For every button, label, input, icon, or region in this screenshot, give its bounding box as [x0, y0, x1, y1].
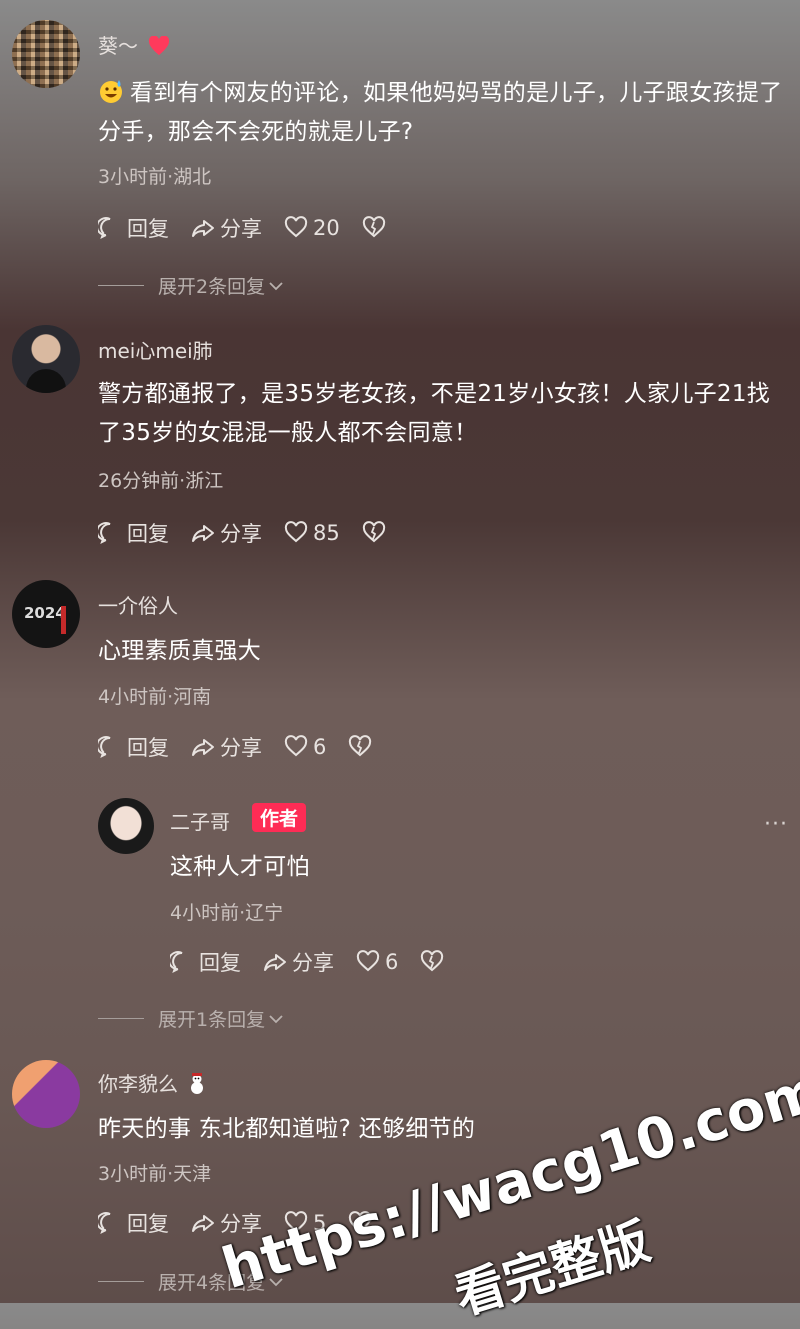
comment-actions: 回复 分享 6: [170, 947, 471, 977]
dislike-button[interactable]: [420, 950, 449, 974]
heart-outline-icon: [356, 950, 380, 972]
comment-text: 看到有个网友的评论，如果他妈妈骂的是儿子，儿子跟女孩提了分手，那会不会死的就是儿…: [98, 80, 783, 145]
more-options-button[interactable]: ···: [764, 812, 788, 837]
avatar[interactable]: [98, 798, 154, 854]
share-arrow-icon: [264, 954, 286, 971]
share-arrow-icon: [192, 1215, 214, 1232]
username[interactable]: 葵～: [98, 30, 170, 59]
dislike-button[interactable]: [362, 521, 391, 545]
heart-outline-icon: [284, 521, 308, 543]
comment-text: 这种人才可怕: [170, 854, 310, 880]
comment-meta: 4小时前·辽宁: [170, 902, 284, 924]
avatar-text: 2024: [24, 604, 66, 622]
comment-bubble-icon: [98, 736, 111, 758]
chevron-down-icon: [269, 281, 283, 290]
share-arrow-icon: [192, 220, 214, 237]
reply-button[interactable]: 回复: [98, 732, 169, 762]
comment-meta: 26分钟前·浙江: [98, 470, 224, 492]
share-button[interactable]: 分享: [191, 213, 262, 243]
comment-actions: 回复 分享 85: [98, 518, 413, 548]
reply-button[interactable]: 回复: [98, 518, 169, 548]
heart-outline-icon: [284, 216, 308, 238]
broken-heart-icon: [362, 521, 385, 543]
comment-actions: 回复 分享 20: [98, 213, 413, 243]
expand-replies-button[interactable]: 展开1条回复: [98, 1005, 284, 1032]
username[interactable]: 你李貌么: [98, 1068, 207, 1097]
comment-bubble-icon: [98, 1212, 111, 1234]
sweat-smile-emoji-icon: [100, 80, 122, 103]
avatar[interactable]: [12, 325, 80, 393]
broken-heart-icon: [349, 735, 372, 757]
comment-text: 警方都通报了，是35岁老女孩，不是21岁小女孩！人家儿子21找了35岁的女混混一…: [98, 381, 771, 446]
reply-button[interactable]: 回复: [98, 213, 169, 243]
expand-replies-button[interactable]: 展开2条回复: [98, 272, 284, 299]
reply-button[interactable]: 回复: [98, 1208, 169, 1238]
comment-actions: 回复 分享 6: [98, 732, 399, 762]
avatar[interactable]: [12, 20, 80, 88]
comment-text: 心理素质真强大: [98, 638, 262, 664]
comment-meta: 3小时前·天津: [98, 1163, 212, 1185]
heart-emoji-icon: [149, 35, 170, 56]
share-arrow-icon: [192, 525, 214, 542]
username[interactable]: mei心mei肺: [98, 335, 213, 364]
divider: [98, 1281, 144, 1282]
username[interactable]: 一介俗人: [98, 590, 178, 619]
like-count: 6: [313, 735, 327, 759]
like-count: 85: [313, 521, 340, 545]
divider: [98, 1018, 144, 1019]
dislike-button[interactable]: [348, 735, 377, 759]
like-button[interactable]: 85: [284, 521, 340, 545]
share-button[interactable]: 分享: [191, 732, 262, 762]
snowman-emoji-icon: [191, 1073, 204, 1094]
broken-heart-icon: [362, 216, 385, 238]
divider: [98, 285, 144, 286]
share-button[interactable]: 分享: [263, 947, 334, 977]
comment-bubble-icon: [170, 951, 183, 973]
share-arrow-icon: [192, 739, 214, 756]
broken-heart-icon: [421, 950, 444, 972]
like-button[interactable]: 6: [284, 735, 326, 759]
heart-outline-icon: [284, 735, 308, 757]
like-button[interactable]: 20: [284, 216, 340, 240]
dislike-button[interactable]: [362, 216, 391, 240]
reply-button[interactable]: 回复: [170, 947, 241, 977]
username[interactable]: 二子哥: [170, 806, 230, 835]
comment-meta: 4小时前·河南: [98, 686, 212, 708]
share-button[interactable]: 分享: [191, 518, 262, 548]
like-count: 20: [313, 216, 340, 240]
author-badge: 作者: [252, 803, 307, 832]
avatar[interactable]: 2024: [12, 580, 80, 648]
comment-bubble-icon: [98, 217, 111, 239]
like-button[interactable]: 6: [356, 950, 398, 974]
comment-bubble-icon: [98, 522, 111, 544]
avatar[interactable]: [12, 1060, 80, 1128]
like-count: 6: [385, 950, 399, 974]
chevron-down-icon: [269, 1014, 283, 1023]
comment-meta: 3小时前·湖北: [98, 166, 212, 188]
